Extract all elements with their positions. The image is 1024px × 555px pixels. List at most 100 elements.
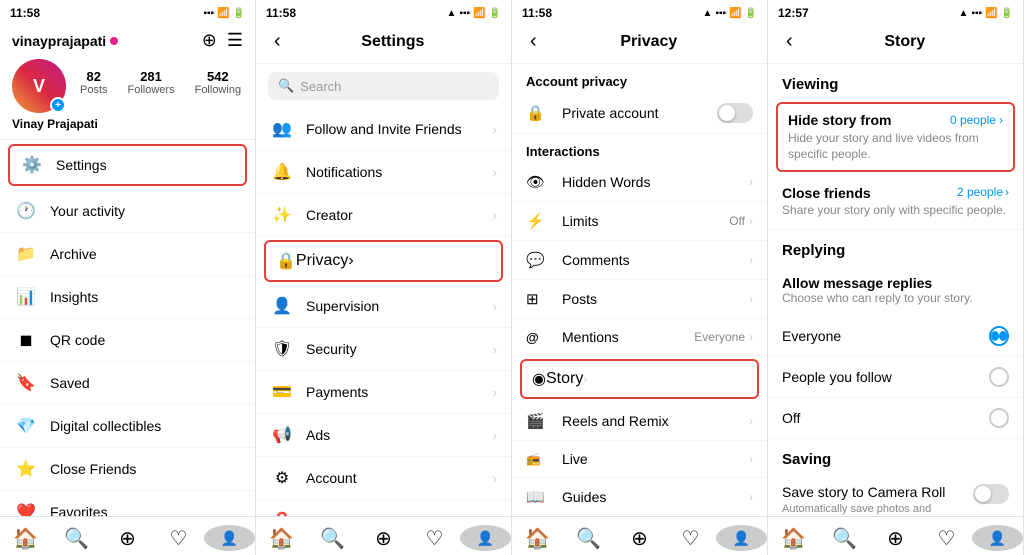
privacy-reels[interactable]: 🎬 Reels and Remix ›	[512, 402, 767, 441]
avatar-plus[interactable]: +	[50, 97, 66, 113]
menu-item-saved[interactable]: 🔖 Saved	[0, 362, 255, 405]
settings-help[interactable]: ❓ Help ›	[256, 500, 511, 516]
nav-profile-3[interactable]: 👤	[716, 525, 767, 551]
profile-stats: 82 Posts 281 Followers 542 Following	[80, 69, 241, 96]
nav-heart-3[interactable]: ♡	[665, 525, 716, 551]
story-menu-list: Viewing Hide story from 0 people › Hide …	[768, 64, 1023, 516]
privacy-limits[interactable]: ⚡ Limits Off ›	[512, 202, 767, 241]
nav-profile-4[interactable]: 👤	[972, 525, 1023, 551]
reply-everyone-radio[interactable]	[989, 326, 1009, 346]
menu-item-settings[interactable]: ⚙️ Settings	[8, 144, 247, 186]
reply-follow[interactable]: People you follow	[768, 357, 1023, 398]
menu-item-insights[interactable]: 📊 Insights	[0, 276, 255, 319]
save-story-item: Save story to Camera Roll Automatically …	[768, 474, 1023, 516]
payments-icon: 💳	[270, 382, 294, 402]
close-friends-item[interactable]: Close friends 2 people › Share your stor…	[768, 175, 1023, 230]
hide-story-desc: Hide your story and live videos from spe…	[788, 131, 1003, 162]
settings-follow[interactable]: 👥 Follow and Invite Friends ›	[256, 108, 511, 151]
bottom-nav-2: 🏠 🔍 ⊕ ♡ 👤	[256, 516, 511, 555]
settings-privacy[interactable]: 🔒 Privacy ›	[264, 240, 503, 282]
wifi-icon-3: 📶	[729, 8, 741, 19]
nav-add-4[interactable]: ⊕	[870, 525, 921, 551]
nav-home-4[interactable]: 🏠	[768, 525, 819, 551]
settings-search-box[interactable]: 🔍 Search	[268, 72, 499, 100]
nav-add-1[interactable]: ⊕	[102, 525, 153, 551]
menu-item-archive[interactable]: 📁 Archive	[0, 233, 255, 276]
signal-icon-2: ▪▪▪	[459, 8, 470, 19]
status-icons-2: ▲ ▪▪▪ 📶 🔋	[447, 8, 501, 19]
menu-item-activity[interactable]: 🕐 Your activity	[0, 190, 255, 233]
collectibles-icon: 💎	[14, 416, 38, 436]
add-icon[interactable]: ⊕	[202, 30, 217, 51]
settings-notifications[interactable]: 🔔 Notifications ›	[256, 151, 511, 194]
reply-off-radio[interactable]	[989, 408, 1009, 428]
profile-actions[interactable]: ⊕ ☰	[202, 30, 243, 51]
settings-security[interactable]: 🛡 Security ›	[256, 328, 511, 371]
reply-off[interactable]: Off	[768, 398, 1023, 439]
privacy-posts[interactable]: ⊞ Posts ›	[512, 280, 767, 319]
nav-profile-1[interactable]: 👤	[204, 525, 255, 551]
nav-search-1[interactable]: 🔍	[51, 525, 102, 551]
story-header: ‹ Story	[768, 24, 1023, 64]
wifi-icon-4: 📶	[985, 8, 997, 19]
reply-everyone[interactable]: Everyone	[768, 316, 1023, 357]
reels-icon: 🎬	[526, 412, 550, 430]
settings-supervision[interactable]: 👤 Supervision ›	[256, 285, 511, 328]
save-story-toggle[interactable]	[973, 484, 1009, 504]
signal-icon: ▪▪▪	[203, 8, 214, 19]
nav-heart-1[interactable]: ♡	[153, 525, 204, 551]
nav-home-2[interactable]: 🏠	[256, 525, 307, 551]
avatar: V +	[12, 59, 66, 113]
favorites-icon: ❤️	[14, 502, 38, 516]
guides-icon: 📖	[526, 488, 550, 506]
settings-menu-list: 👥 Follow and Invite Friends › 🔔 Notifica…	[256, 108, 511, 516]
privacy-private-account[interactable]: 🔒 Private account	[512, 93, 767, 134]
nav-add-2[interactable]: ⊕	[358, 525, 409, 551]
settings-creator[interactable]: ✨ Creator ›	[256, 194, 511, 237]
notifications-icon: 🔔	[270, 162, 294, 182]
archive-icon: 📁	[14, 244, 38, 264]
hide-story-item[interactable]: Hide story from 0 people › Hide your sto…	[776, 102, 1015, 172]
nav-heart-2[interactable]: ♡	[409, 525, 460, 551]
battery-icon: 🔋	[233, 8, 245, 19]
privacy-live[interactable]: 📻 Live ›	[512, 441, 767, 478]
nav-search-2[interactable]: 🔍	[307, 525, 358, 551]
posts-icon: ⊞	[526, 290, 550, 308]
bottom-nav-3: 🏠 🔍 ⊕ ♡ 👤	[512, 516, 767, 555]
help-icon: ❓	[270, 511, 294, 516]
menu-item-close-friends[interactable]: ⭐ Close Friends	[0, 448, 255, 491]
nav-add-3[interactable]: ⊕	[614, 525, 665, 551]
settings-back-button[interactable]: ‹	[268, 28, 287, 55]
settings-title: Settings	[287, 33, 499, 51]
settings-ads[interactable]: 📢 Ads ›	[256, 414, 511, 457]
reply-follow-radio[interactable]	[989, 367, 1009, 387]
save-story-desc: Automatically save photos and videos to …	[782, 502, 961, 516]
panel-profile: 11:58 ▪▪▪ 📶 🔋 vinayprajapati ⊕ ☰ V +	[0, 0, 256, 555]
menu-icon[interactable]: ☰	[227, 30, 243, 51]
settings-account[interactable]: ⚙ Account ›	[256, 457, 511, 500]
nav-home-1[interactable]: 🏠	[0, 525, 51, 551]
privacy-mentions[interactable]: @ Mentions Everyone ›	[512, 319, 767, 356]
nav-home-3[interactable]: 🏠	[512, 525, 563, 551]
menu-item-favorites[interactable]: ❤️ Favorites	[0, 491, 255, 516]
story-back-button[interactable]: ‹	[780, 28, 799, 55]
privacy-hidden-words[interactable]: 👁 Hidden Words ›	[512, 163, 767, 202]
private-account-icon: 🔒	[526, 104, 550, 122]
privacy-icon: 🔒	[276, 251, 296, 271]
nav-heart-4[interactable]: ♡	[921, 525, 972, 551]
nav-profile-2[interactable]: 👤	[460, 525, 511, 551]
privacy-comments[interactable]: 💬 Comments ›	[512, 241, 767, 280]
nav-search-4[interactable]: 🔍	[819, 525, 870, 551]
menu-item-qr[interactable]: ◼ QR code	[0, 319, 255, 362]
reply-off-label: Off	[782, 410, 800, 426]
panel-story: 12:57 ▲ ▪▪▪ 📶 🔋 ‹ Story Viewing Hide sto…	[768, 0, 1024, 555]
privacy-back-button[interactable]: ‹	[524, 28, 543, 55]
privacy-guides[interactable]: 📖 Guides ›	[512, 478, 767, 516]
privacy-story[interactable]: ◉ Story ›	[520, 359, 759, 399]
qr-icon: ◼	[14, 330, 38, 350]
settings-payments[interactable]: 💳 Payments ›	[256, 371, 511, 414]
supervision-icon: 👤	[270, 296, 294, 316]
nav-search-3[interactable]: 🔍	[563, 525, 614, 551]
menu-item-collectibles[interactable]: 💎 Digital collectibles	[0, 405, 255, 448]
private-account-toggle[interactable]	[717, 103, 753, 123]
